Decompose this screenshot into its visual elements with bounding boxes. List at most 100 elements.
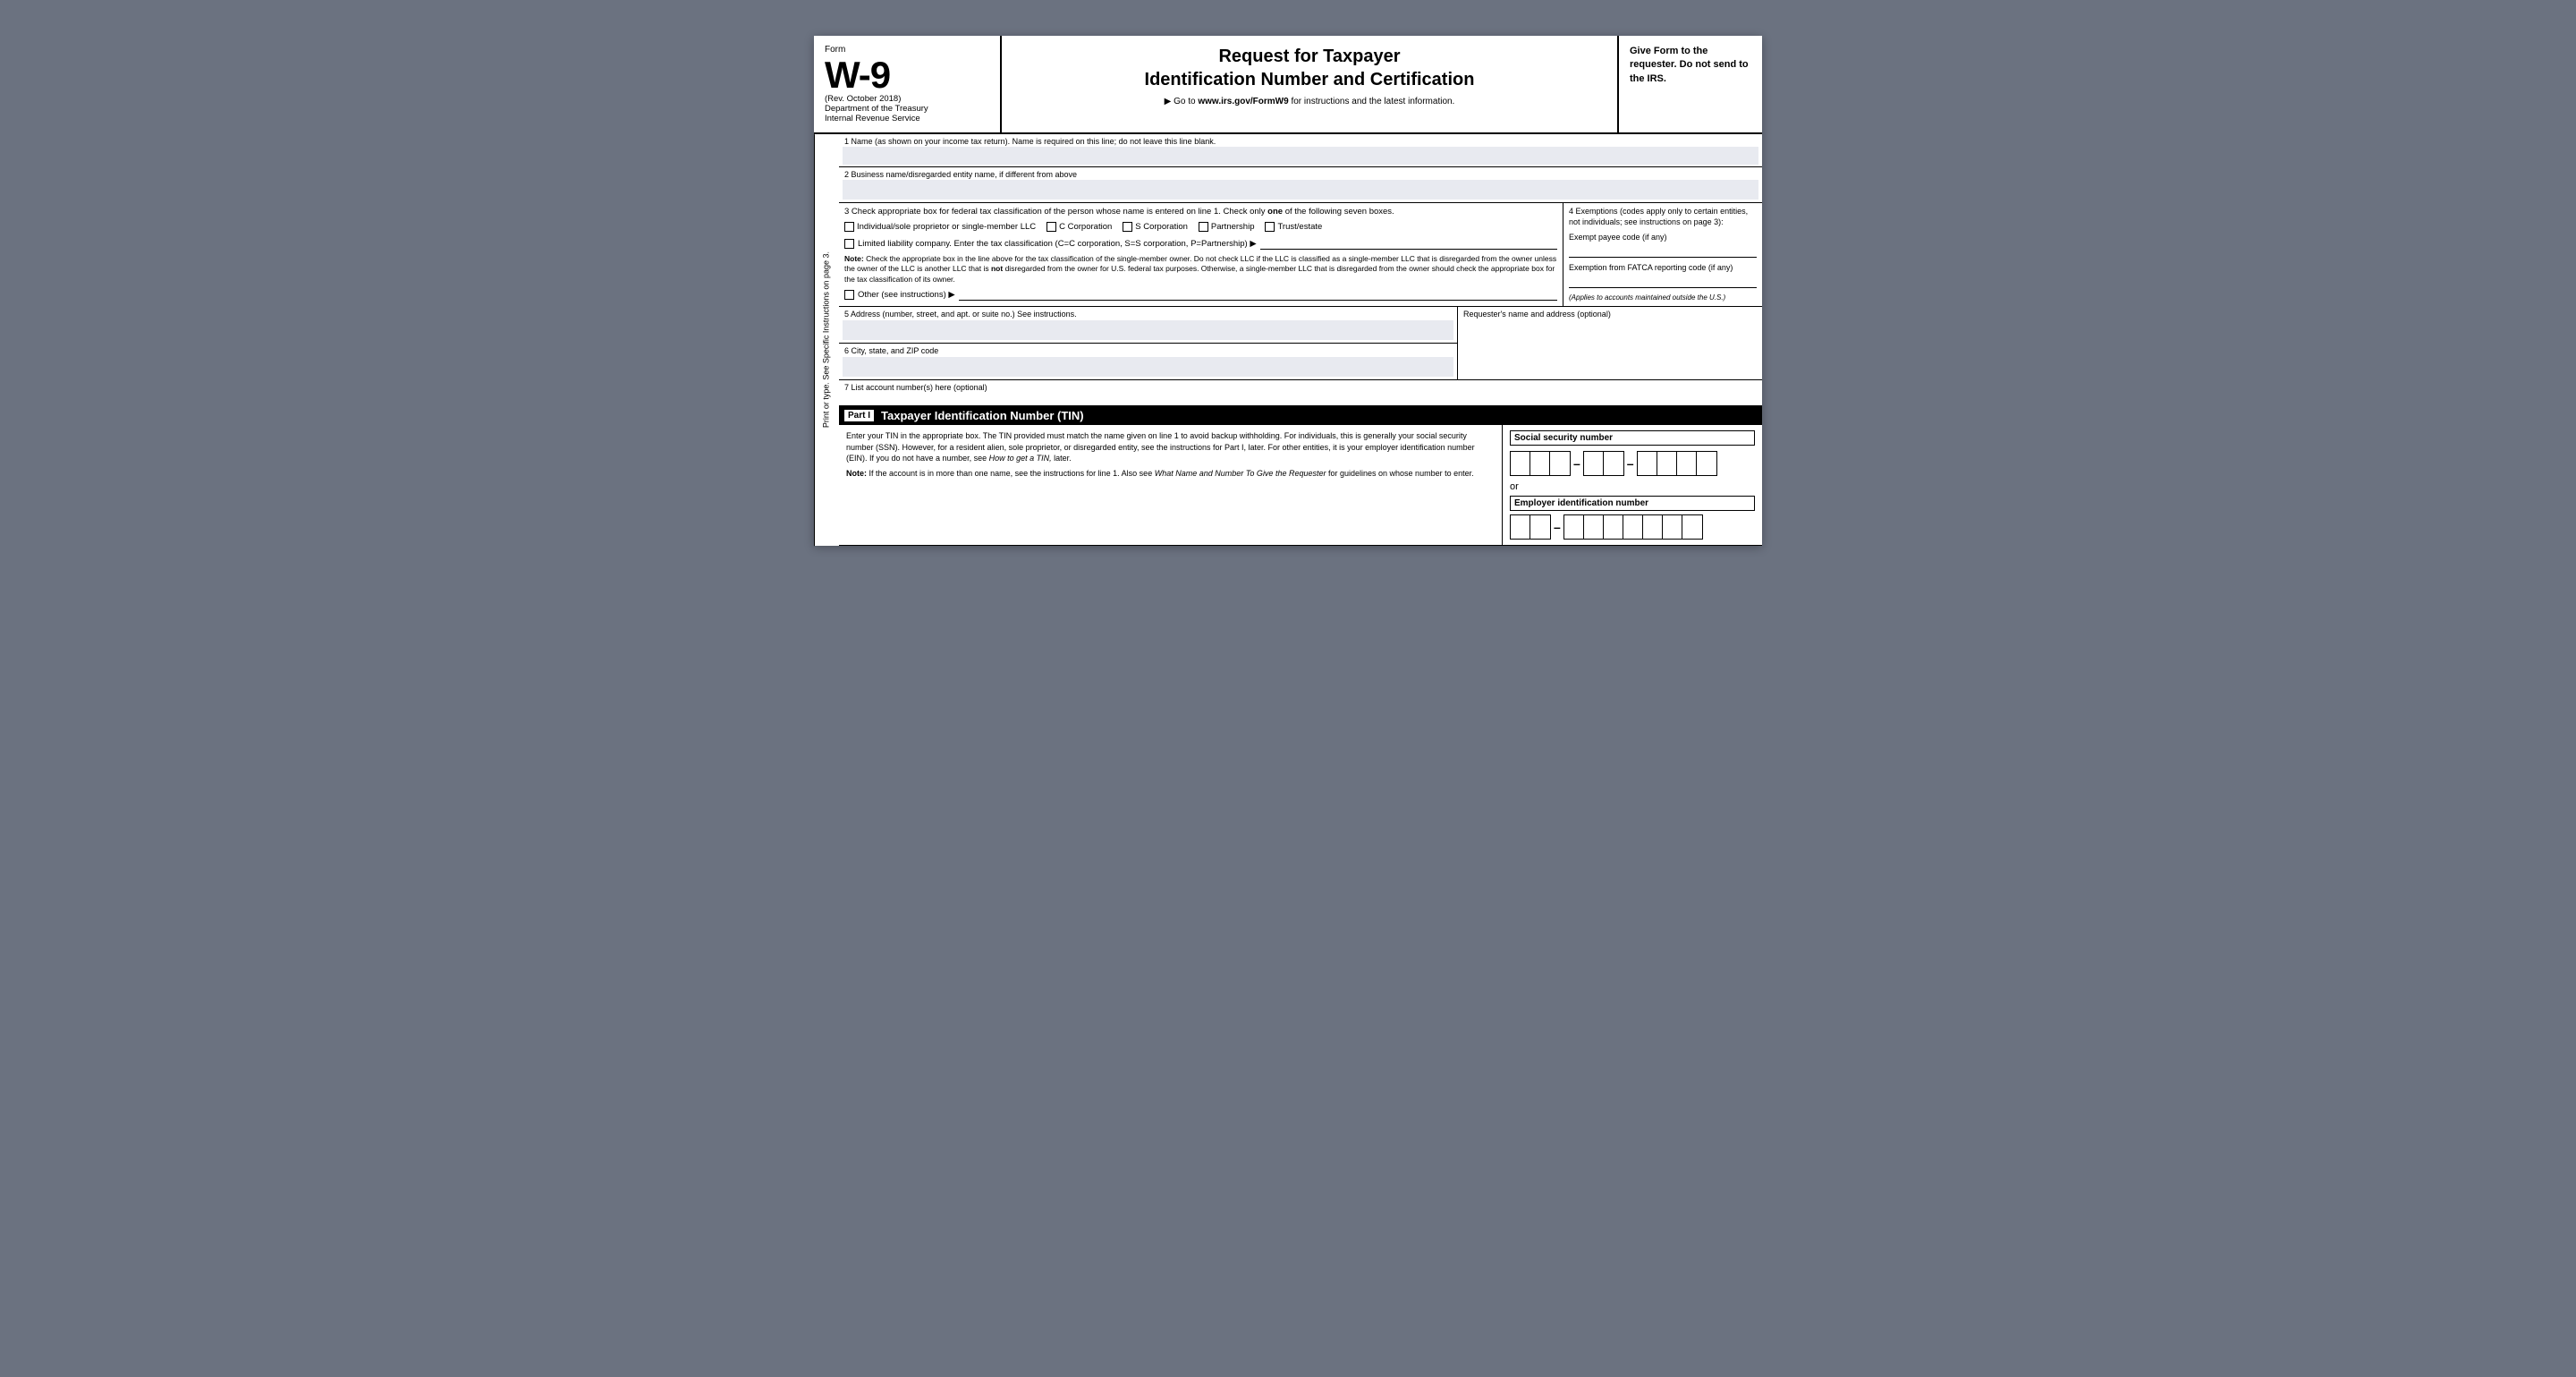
ein-dash: – [1554, 520, 1561, 534]
ein-cell-1[interactable] [1511, 515, 1530, 539]
or-text: or [1510, 481, 1755, 492]
ein-cell-6[interactable] [1623, 515, 1643, 539]
ssn-group1 [1510, 451, 1571, 476]
ein-cell-2[interactable] [1530, 515, 1550, 539]
line6-section: 6 City, state, and ZIP code [839, 344, 1457, 377]
line2-row: 2 Business name/disregarded entity name,… [839, 167, 1762, 203]
line7-row: 7 List account number(s) here (optional) [839, 380, 1762, 406]
line1-label: 1 Name (as shown on your income tax retu… [839, 134, 1762, 146]
classification-checkboxes: Individual/sole proprietor or single-mem… [844, 222, 1557, 232]
trust-label: Trust/estate [1277, 222, 1322, 232]
llc-label: Limited liability company. Enter the tax… [858, 239, 1257, 249]
partnership-checkbox[interactable] [1199, 222, 1208, 232]
form-header: Form W-9 (Rev. October 2018) Department … [814, 36, 1762, 134]
form-main: 1 Name (as shown on your income tax retu… [839, 134, 1762, 546]
line6-input[interactable] [843, 357, 1453, 377]
c-corp-label: C Corporation [1059, 222, 1112, 232]
line5-label: 5 Address (number, street, and apt. or s… [839, 307, 1457, 319]
ssn-cell-2[interactable] [1530, 452, 1550, 475]
ssn-cell-8[interactable] [1677, 452, 1697, 475]
ssn-cell-3[interactable] [1550, 452, 1570, 475]
ssn-dash-1: – [1573, 456, 1580, 471]
ein-box-label: Employer identification number [1510, 496, 1755, 511]
fatca-label: Exemption from FATCA reporting code (if … [1569, 263, 1757, 274]
ein-cell-5[interactable] [1604, 515, 1623, 539]
exemptions-section: 4 Exemptions (codes apply only to certai… [1563, 203, 1762, 306]
form-dept: Department of the Treasury [825, 104, 989, 114]
ssn-cell-4[interactable] [1584, 452, 1604, 475]
form-title: Request for Taxpayer Identification Numb… [1020, 45, 1599, 91]
llc-checkbox[interactable] [844, 239, 854, 249]
form-body: Print or type. See Specific Instructions… [814, 134, 1762, 546]
ssn-cell-1[interactable] [1511, 452, 1530, 475]
other-input-line[interactable] [959, 288, 1557, 301]
ssn-dash-2: – [1627, 456, 1634, 471]
ssn-cell-9[interactable] [1697, 452, 1716, 475]
llc-input-line[interactable] [1260, 237, 1557, 250]
partnership-checkbox-item: Partnership [1199, 222, 1255, 232]
addr-left: 5 Address (number, street, and apt. or s… [839, 307, 1458, 379]
part1-text: Enter your TIN in the appropriate box. T… [839, 425, 1503, 545]
form-w9: Form W-9 (Rev. October 2018) Department … [814, 36, 1762, 546]
line5-input[interactable] [843, 320, 1453, 340]
requester-cell: Requester's name and address (optional) [1458, 307, 1762, 379]
exempt-payee-label: Exempt payee code (if any) [1569, 233, 1757, 243]
go-to-text: ▶ Go to www.irs.gov/FormW9 for instructi… [1020, 97, 1599, 106]
s-corp-label: S Corporation [1135, 222, 1188, 232]
ssn-cell-5[interactable] [1604, 452, 1623, 475]
individual-label: Individual/sole proprietor or single-mem… [857, 222, 1036, 232]
line1-input[interactable] [843, 147, 1758, 165]
form-number: W-9 [825, 56, 989, 94]
line1-row: 1 Name (as shown on your income tax retu… [839, 134, 1762, 167]
requester-label: Requester's name and address (optional) [1463, 310, 1757, 319]
ein-boxes: – [1510, 514, 1755, 540]
ssn-cell-6[interactable] [1638, 452, 1657, 475]
line7-label: 7 List account number(s) here (optional) [839, 380, 1762, 405]
line3-title: 3 Check appropriate box for federal tax … [844, 207, 1557, 217]
ein-group1 [1510, 514, 1551, 540]
line3-note: Note: Check the appropriate box in the l… [844, 254, 1557, 285]
partnership-label: Partnership [1211, 222, 1255, 232]
ssn-boxes: – – [1510, 451, 1755, 476]
ein-cell-3[interactable] [1564, 515, 1584, 539]
line5-section: 5 Address (number, street, and apt. or s… [839, 307, 1457, 344]
ssn-group2 [1583, 451, 1624, 476]
llc-row: Limited liability company. Enter the tax… [844, 237, 1557, 250]
ein-cell-9[interactable] [1682, 515, 1702, 539]
s-corp-checkbox[interactable] [1123, 222, 1132, 232]
s-corp-checkbox-item: S Corporation [1123, 222, 1188, 232]
ein-cell-4[interactable] [1584, 515, 1604, 539]
other-checkbox[interactable] [844, 290, 854, 300]
part1-header: Part I Taxpayer Identification Number (T… [839, 406, 1762, 425]
line2-input[interactable] [843, 180, 1758, 200]
ssn-cell-7[interactable] [1657, 452, 1677, 475]
trust-checkbox[interactable] [1265, 222, 1275, 232]
line3-area: 3 Check appropriate box for federal tax … [839, 203, 1762, 307]
form-rev: (Rev. October 2018) [825, 94, 989, 104]
fatca-input[interactable] [1569, 276, 1757, 288]
individual-checkbox[interactable] [844, 222, 854, 232]
ein-cell-7[interactable] [1643, 515, 1663, 539]
part1-tin: Social security number – [1503, 425, 1762, 545]
part1-title: Taxpayer Identification Number (TIN) [881, 409, 1084, 422]
line3-left: 3 Check appropriate box for federal tax … [839, 203, 1563, 306]
line2-label: 2 Business name/disregarded entity name,… [839, 167, 1762, 180]
other-label: Other (see instructions) ▶ [858, 290, 955, 300]
exemptions-title: 4 Exemptions (codes apply only to certai… [1569, 207, 1757, 227]
ein-group2 [1563, 514, 1703, 540]
part1-body: Enter your TIN in the appropriate box. T… [839, 425, 1762, 545]
c-corp-checkbox[interactable] [1046, 222, 1056, 232]
c-corp-checkbox-item: C Corporation [1046, 222, 1112, 232]
line56-pair: 5 Address (number, street, and apt. or s… [839, 307, 1762, 380]
line6-label: 6 City, state, and ZIP code [839, 344, 1457, 356]
exempt-payee-input[interactable] [1569, 245, 1757, 258]
part1-section: Part I Taxpayer Identification Number (T… [839, 406, 1762, 546]
ein-cell-8[interactable] [1663, 515, 1682, 539]
part1-paragraph2: Note: If the account is in more than one… [846, 468, 1495, 480]
part1-paragraph1: Enter your TIN in the appropriate box. T… [846, 430, 1495, 464]
form-irs: Internal Revenue Service [825, 114, 989, 123]
header-center: Request for Taxpayer Identification Numb… [1002, 36, 1619, 132]
header-left: Form W-9 (Rev. October 2018) Department … [814, 36, 1002, 132]
part1-label: Part I [844, 410, 874, 421]
side-label: Print or type. See Specific Instructions… [814, 134, 839, 546]
